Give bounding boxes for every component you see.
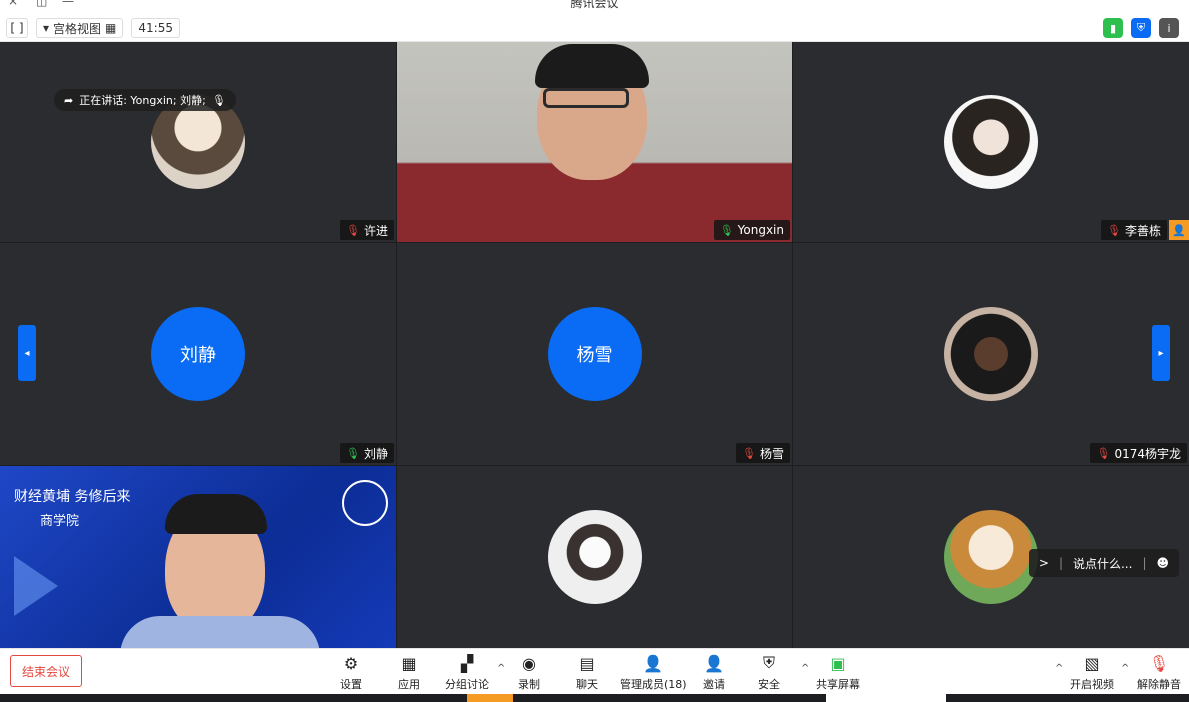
chat-quick-input[interactable]: > | 说点什么... | ☻ bbox=[1028, 549, 1179, 577]
video-banner-subtext: 商学院 bbox=[40, 514, 80, 529]
top-toolbar: [ ] ▾ 宫格视图 ▦ 41:55 ▮ ⛨ i bbox=[0, 14, 1189, 42]
emoji-icon[interactable]: ☻ bbox=[1156, 556, 1169, 570]
logo bbox=[342, 480, 388, 526]
nameplate: 🎙 许进 bbox=[340, 220, 394, 240]
fullscreen-icon[interactable]: [ ] bbox=[6, 18, 28, 38]
view-label: 宫格视图 bbox=[53, 21, 102, 36]
participant-tile[interactable]: 刘静 🎙 刘静 bbox=[0, 243, 396, 465]
participant-tile[interactable] bbox=[397, 466, 792, 648]
chevron-up-icon[interactable]: ^ bbox=[801, 663, 809, 674]
nameplate: 🎙 杨雪 bbox=[736, 443, 790, 463]
host-icon: 👤 bbox=[1169, 220, 1189, 240]
participant-tile[interactable]: 财经黄埔 务修后来 商学院 bbox=[0, 466, 396, 648]
nameplate: 🎙 0174杨宇龙 bbox=[1090, 443, 1187, 463]
participant-name: 杨雪 bbox=[759, 446, 784, 461]
nameplate: 🎙 Yongxin bbox=[713, 220, 790, 240]
chat-icon: ▤ bbox=[579, 653, 595, 673]
participant-name: Yongxin bbox=[737, 223, 784, 237]
participant-tile-active[interactable]: 🎙 Yongxin bbox=[397, 42, 792, 242]
end-meeting-button[interactable]: 结束会议 bbox=[10, 655, 82, 687]
share-screen-button[interactable]: ▣ 共享屏幕 bbox=[816, 653, 860, 692]
title-bar: × ◫ — 腾讯会议 bbox=[0, 0, 1189, 14]
nameplate: 🎙 李善栋 bbox=[1101, 220, 1167, 240]
info-icon[interactable]: i bbox=[1159, 18, 1179, 38]
prev-page-button[interactable]: ◂ bbox=[18, 325, 36, 381]
avatar bbox=[944, 307, 1038, 401]
participant-tile[interactable]: ➦ 正在讲话: Yongxin; 刘静; 🎙 🎙 许进 bbox=[0, 42, 396, 242]
video-feed: 财经黄埔 务修后来 商学院 bbox=[0, 466, 396, 648]
breakout-button[interactable]: ▞ 分组讨论 bbox=[445, 653, 489, 692]
record-button[interactable]: ◉ 录制 bbox=[518, 653, 540, 692]
mic-muted-icon: 🎙 bbox=[742, 446, 756, 460]
participant-name: 刘静 bbox=[363, 446, 388, 461]
avatar bbox=[944, 95, 1038, 189]
chevron-down-icon: ▾ bbox=[43, 21, 50, 35]
mic-muted-icon: 🎙 bbox=[1107, 223, 1121, 237]
mic-muted-icon: 🎙 bbox=[1148, 653, 1170, 673]
avatar bbox=[547, 510, 642, 604]
share-screen-icon: ▣ bbox=[830, 653, 846, 673]
speaking-text: 正在讲话: Yongxin; 刘静; bbox=[79, 94, 206, 107]
record-icon: ◉ bbox=[522, 653, 536, 673]
members-icon: 👤 bbox=[643, 653, 664, 673]
bottom-bar: 结束会议 ⚙ 设置 ▦ 应用 ▞ 分组讨论 ^ ◉ 录制 ▤ 聊天 👤 管理成员… bbox=[0, 648, 1189, 694]
next-page-button[interactable]: ▸ bbox=[1152, 325, 1170, 381]
invite-button[interactable]: 👤 邀请 bbox=[703, 653, 725, 692]
chat-placeholder: 说点什么... bbox=[1072, 556, 1133, 571]
avatar: 杨雪 bbox=[547, 307, 642, 401]
participant-name: 许进 bbox=[363, 223, 388, 238]
send-icon[interactable]: > bbox=[1039, 556, 1049, 570]
settings-button[interactable]: ⚙ 设置 bbox=[340, 653, 362, 692]
apps-icon: ▦ bbox=[401, 653, 417, 673]
invite-icon: 👤 bbox=[704, 653, 724, 673]
video-feed bbox=[397, 42, 792, 242]
shield-icon[interactable]: ⛨ bbox=[1131, 18, 1151, 38]
meeting-timer: 41:55 bbox=[131, 18, 180, 38]
taskbar-strip bbox=[0, 694, 1189, 702]
nameplate: 🎙 刘静 bbox=[340, 443, 394, 463]
signal-icon[interactable]: ▮ bbox=[1103, 18, 1123, 38]
participant-name: 李善栋 bbox=[1124, 223, 1161, 238]
mic-muted-icon: 🎙 bbox=[346, 223, 360, 237]
mic-icon: 🎙 bbox=[211, 93, 226, 107]
speaking-indicator: ➦ 正在讲话: Yongxin; 刘静; 🎙 bbox=[54, 89, 236, 111]
unmute-button[interactable]: 🎙 解除静音 bbox=[1137, 653, 1181, 692]
participant-tile[interactable]: 杨雪 🎙 杨雪 bbox=[397, 243, 792, 465]
security-button[interactable]: ⛨ 安全 bbox=[758, 653, 780, 692]
chevron-up-icon[interactable]: ^ bbox=[497, 663, 505, 674]
participant-name: 0174杨宇龙 bbox=[1114, 446, 1181, 461]
gear-icon: ⚙ bbox=[343, 653, 359, 673]
video-banner-text: 财经黄埔 务修后来 bbox=[14, 489, 131, 505]
manage-members-button[interactable]: 👤 管理成员(18) bbox=[620, 653, 687, 692]
mic-muted-icon: 🎙 bbox=[1096, 446, 1111, 460]
grid-icon: ▦ bbox=[105, 21, 117, 35]
participant-tile[interactable]: 🎙 0174杨宇龙 bbox=[793, 243, 1189, 465]
chat-button[interactable]: ▤ 聊天 bbox=[576, 653, 598, 692]
shield-icon: ⛨ bbox=[762, 653, 775, 672]
video-off-icon: ▧ bbox=[1084, 653, 1100, 673]
window-title: 腾讯会议 bbox=[570, 0, 619, 10]
mic-active-icon: 🎙 bbox=[719, 223, 734, 237]
breakout-icon: ▞ bbox=[460, 653, 474, 673]
share-icon: ➦ bbox=[64, 93, 74, 107]
view-selector[interactable]: ▾ 宫格视图 ▦ bbox=[36, 18, 124, 38]
mic-active-icon: 🎙 bbox=[346, 446, 360, 460]
chevron-up-icon[interactable]: ^ bbox=[1121, 663, 1129, 674]
start-video-button[interactable]: ▧ 开启视频 bbox=[1070, 653, 1114, 692]
chevron-up-icon[interactable]: ^ bbox=[1055, 663, 1063, 674]
video-grid: ➦ 正在讲话: Yongxin; 刘静; 🎙 🎙 许进 🎙 Yongxin 🎙 … bbox=[0, 42, 1189, 648]
participant-tile[interactable]: 🎙 李善栋 👤 bbox=[793, 42, 1189, 242]
avatar: 刘静 bbox=[151, 307, 245, 401]
apps-button[interactable]: ▦ 应用 bbox=[398, 653, 420, 692]
avatar bbox=[944, 510, 1038, 604]
